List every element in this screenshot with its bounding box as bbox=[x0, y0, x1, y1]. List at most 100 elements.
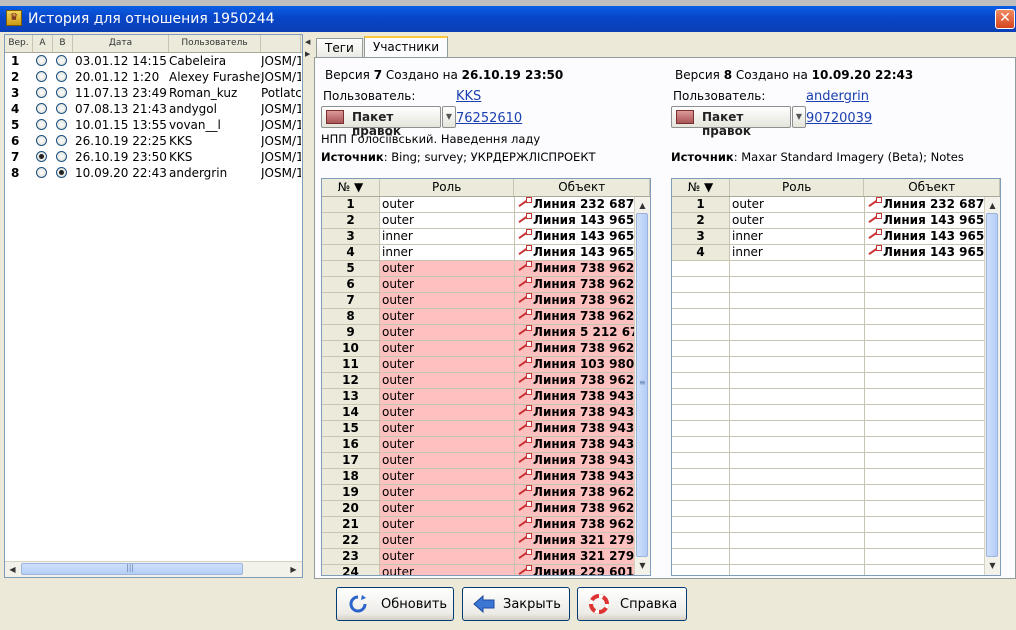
refresh-button[interactable]: Обновить bbox=[336, 587, 454, 621]
window-titlebar[interactable]: ♛ История для отношения 1950244 ✕ bbox=[0, 6, 1016, 32]
member-row[interactable]: 8 outer Линия 738 962 017 bbox=[322, 309, 650, 325]
col-date[interactable]: Дата bbox=[73, 35, 169, 52]
member-row[interactable]: 1 outer Линия 232 687 750 bbox=[322, 197, 650, 213]
member-row[interactable]: 13 outer Линия 738 943 974 bbox=[322, 389, 650, 405]
member-row[interactable]: 5 outer Линия 738 962 021 bbox=[322, 261, 650, 277]
members-table-a[interactable]: № ▼ Роль Объект 1 outer Линия 232 687 750 2… bbox=[321, 178, 651, 576]
col-object[interactable]: Объект bbox=[864, 179, 1000, 196]
tab-members[interactable]: Участники bbox=[364, 36, 449, 58]
radio-b[interactable] bbox=[53, 165, 73, 181]
collapse-left-icon[interactable]: ◀ bbox=[305, 38, 310, 46]
scroll-up-arrow-icon[interactable]: ▲ bbox=[636, 199, 649, 212]
radio-a-icon[interactable] bbox=[36, 119, 47, 130]
history-row[interactable]: 2 20.01.12 1:20 Alexey Furashev JOSM/1 bbox=[5, 69, 302, 85]
member-row[interactable]: 20 outer Линия 738 962 008 bbox=[322, 501, 650, 517]
radio-b-icon[interactable] bbox=[56, 151, 67, 162]
radio-b[interactable] bbox=[53, 69, 73, 85]
changeset-dropdown-arrow-icon[interactable]: ▼ bbox=[442, 106, 456, 128]
history-row[interactable]: 1 03.01.12 14:15 Cabeleira JOSM/1 bbox=[5, 53, 302, 69]
history-table[interactable]: Вер. A B Дата Пользователь 1 03.01.12 14:… bbox=[4, 34, 303, 578]
scroll-right-arrow-icon[interactable]: ▶ bbox=[287, 563, 300, 576]
changeset-button[interactable]: Пакет правок ▼ bbox=[671, 106, 806, 138]
history-row[interactable]: 5 10.01.15 13:55 vovan__l JOSM/1 bbox=[5, 117, 302, 133]
radio-a-icon[interactable] bbox=[36, 55, 47, 66]
history-row[interactable]: 4 07.08.13 21:43 andygol JOSM/1 bbox=[5, 101, 302, 117]
radio-a[interactable] bbox=[33, 165, 53, 181]
tab-tags[interactable]: Теги bbox=[316, 38, 363, 57]
member-row[interactable]: 4 inner Линия 143 965 224 bbox=[672, 245, 1000, 261]
scroll-left-arrow-icon[interactable]: ◀ bbox=[6, 563, 19, 576]
radio-a-icon[interactable] bbox=[36, 87, 47, 98]
member-row[interactable]: 12 outer Линия 738 962 009 bbox=[322, 373, 650, 389]
member-row[interactable]: 24 outer Линия 229 601 870 bbox=[322, 565, 650, 575]
member-row[interactable]: 7 outer Линия 738 962 020 bbox=[322, 293, 650, 309]
radio-b-icon[interactable] bbox=[56, 71, 67, 82]
changeset-dropdown-arrow-icon[interactable]: ▼ bbox=[792, 106, 806, 128]
radio-b[interactable] bbox=[53, 85, 73, 101]
radio-a-icon[interactable] bbox=[36, 71, 47, 82]
history-row[interactable]: 7 26.10.19 23:50 KKS JOSM/1 bbox=[5, 149, 302, 165]
members-b-vscrollbar[interactable]: ▲ ▼ bbox=[984, 197, 1000, 575]
col-version[interactable]: Вер. bbox=[5, 35, 33, 52]
member-row[interactable]: 14 outer Линия 738 943 967 bbox=[322, 405, 650, 421]
radio-b-icon[interactable] bbox=[56, 55, 67, 66]
history-row[interactable]: 3 11.07.13 23:49Roman_kuz Potlatch bbox=[5, 85, 302, 101]
user-link[interactable]: andergrin bbox=[806, 89, 869, 104]
help-button[interactable]: Справка bbox=[577, 587, 687, 621]
radio-a-icon[interactable] bbox=[36, 167, 47, 178]
member-row[interactable]: 4 inner Линия 143 965 224 bbox=[322, 245, 650, 261]
radio-a[interactable] bbox=[33, 149, 53, 165]
radio-b-icon[interactable] bbox=[56, 167, 67, 178]
member-row[interactable]: 15 outer Линия 738 943 973 bbox=[322, 421, 650, 437]
history-row[interactable]: 6 26.10.19 22:25 KKS JOSM/1 bbox=[5, 133, 302, 149]
col-number[interactable]: № ▼ bbox=[672, 179, 730, 196]
member-row[interactable]: 18 outer Линия 738 943 968 bbox=[322, 469, 650, 485]
member-row[interactable]: 3 inner Линия 143 965 236 bbox=[672, 229, 1000, 245]
member-row[interactable]: 16 outer Линия 738 943 972 bbox=[322, 437, 650, 453]
members-a-vscroll-thumb[interactable]: ≡ bbox=[636, 213, 648, 557]
radio-a[interactable] bbox=[33, 133, 53, 149]
scroll-up-arrow-icon[interactable]: ▲ bbox=[986, 199, 999, 212]
radio-b[interactable] bbox=[53, 101, 73, 117]
member-row[interactable]: 11 outer Линия 103 980 492 bbox=[322, 357, 650, 373]
member-row[interactable]: 22 outer Линия 321 279 021 bbox=[322, 533, 650, 549]
member-row[interactable]: 17 outer Линия 738 943 969 bbox=[322, 453, 650, 469]
changeset-link[interactable]: 90720039 bbox=[806, 111, 872, 126]
member-row[interactable]: 2 outer Линия 143 965 228 bbox=[672, 213, 1000, 229]
radio-a-icon[interactable] bbox=[36, 151, 47, 162]
radio-a[interactable] bbox=[33, 101, 53, 117]
member-row[interactable]: 9 outer Линия 5 212 679 bbox=[322, 325, 650, 341]
member-row[interactable]: 19 outer Линия 738 962 014 bbox=[322, 485, 650, 501]
changeset-link[interactable]: 76252610 bbox=[456, 111, 522, 126]
scroll-down-arrow-icon[interactable]: ▼ bbox=[986, 559, 999, 572]
radio-a[interactable] bbox=[33, 53, 53, 69]
col-role[interactable]: Роль bbox=[380, 179, 515, 196]
col-a[interactable]: A bbox=[33, 35, 53, 52]
col-b[interactable]: B bbox=[53, 35, 73, 52]
scroll-down-arrow-icon[interactable]: ▼ bbox=[636, 559, 649, 572]
user-link[interactable]: KKS bbox=[456, 89, 481, 104]
member-row[interactable]: 10 outer Линия 738 962 013 bbox=[322, 341, 650, 357]
member-row[interactable]: 1 outer Линия 232 687 750 bbox=[672, 197, 1000, 213]
radio-a[interactable] bbox=[33, 117, 53, 133]
radio-b-icon[interactable] bbox=[56, 87, 67, 98]
radio-a[interactable] bbox=[33, 69, 53, 85]
member-row[interactable]: 21 outer Линия 738 962 016 bbox=[322, 517, 650, 533]
member-row[interactable]: 3 inner Линия 143 965 236 bbox=[322, 229, 650, 245]
history-hscrollbar[interactable]: ◀ ||| ▶ bbox=[5, 561, 302, 577]
radio-b-icon[interactable] bbox=[56, 135, 67, 146]
radio-b[interactable] bbox=[53, 149, 73, 165]
radio-a-icon[interactable] bbox=[36, 103, 47, 114]
col-object[interactable]: Объект bbox=[514, 179, 650, 196]
close-window-button[interactable]: ✕ bbox=[995, 9, 1015, 29]
radio-b[interactable] bbox=[53, 133, 73, 149]
split-pane-divider[interactable]: ◀ ▶ bbox=[304, 34, 312, 582]
radio-b[interactable] bbox=[53, 117, 73, 133]
history-hscroll-thumb[interactable]: ||| bbox=[21, 563, 243, 575]
members-table-b[interactable]: № ▼ Роль Объект 1 outer Линия 232 687 750 2… bbox=[671, 178, 1001, 576]
members-a-vscrollbar[interactable]: ▲ ≡ ▼ bbox=[634, 197, 650, 575]
col-program[interactable] bbox=[261, 35, 301, 52]
history-row[interactable]: 8 10.09.20 22:43 andergrin JOSM/1 bbox=[5, 165, 302, 181]
member-row[interactable]: 23 outer Линия 321 279 015 bbox=[322, 549, 650, 565]
collapse-right-icon[interactable]: ▶ bbox=[305, 50, 310, 58]
